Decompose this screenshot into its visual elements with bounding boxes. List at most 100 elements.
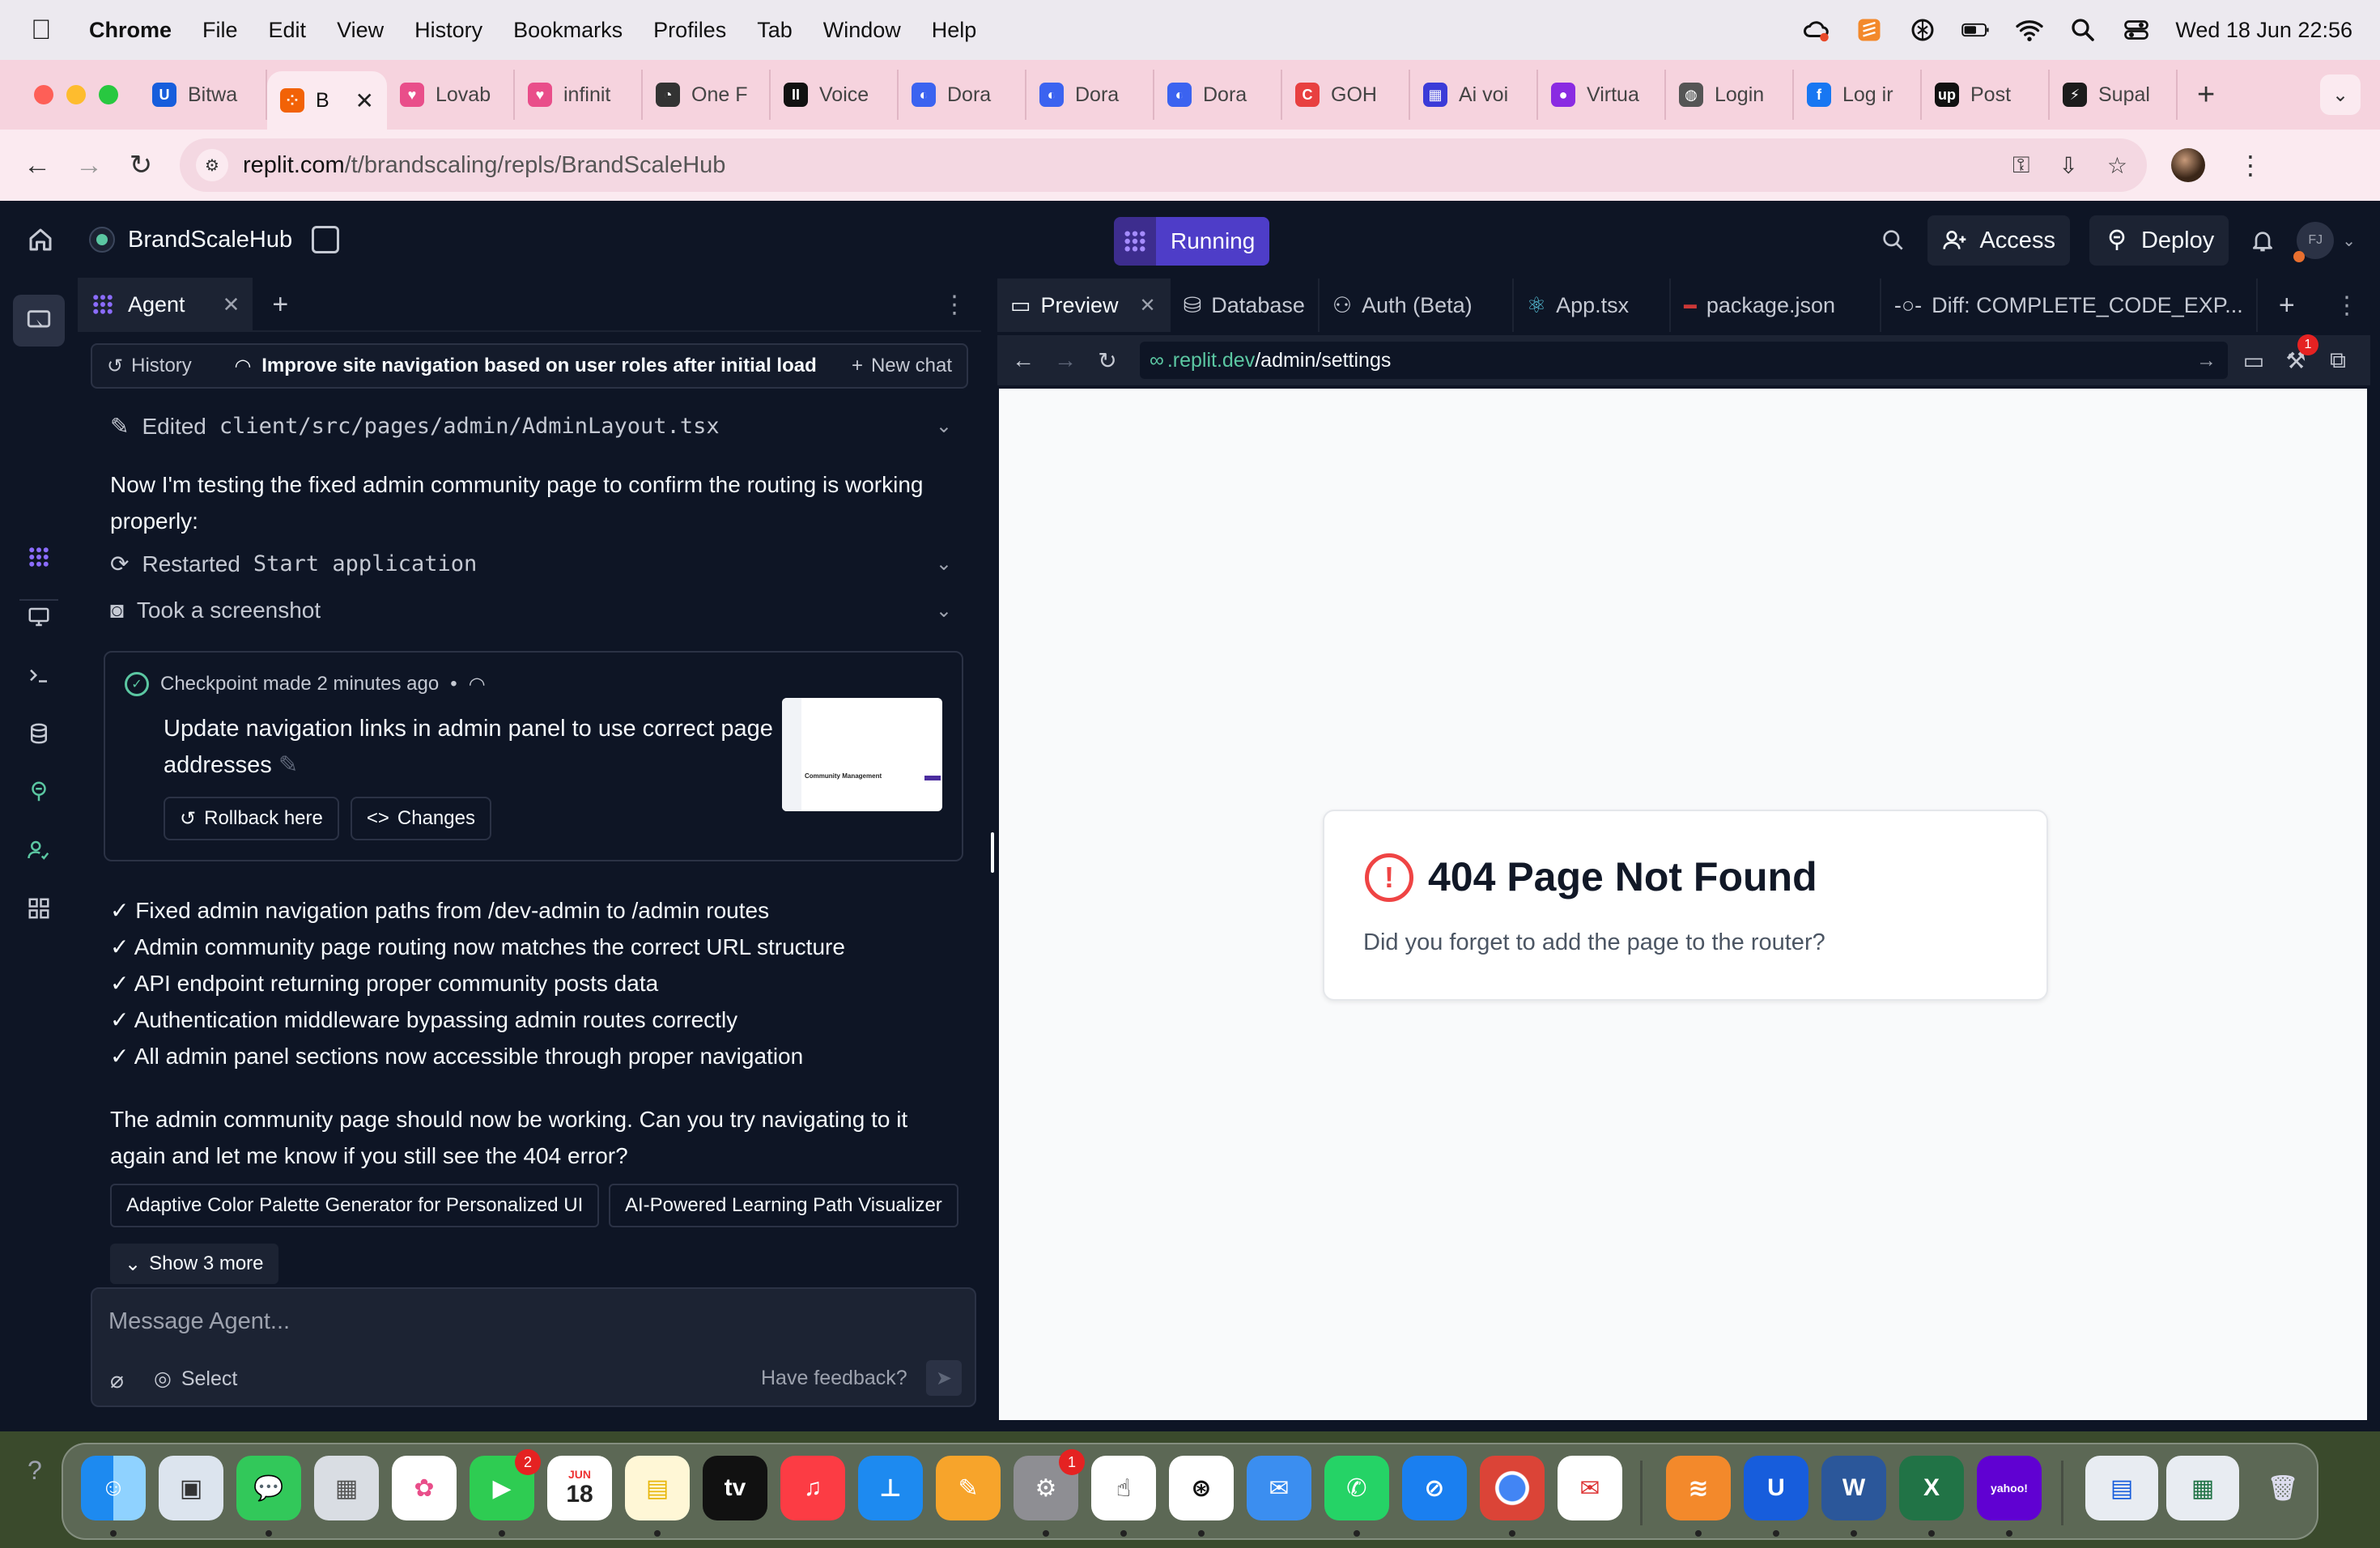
edited-file-step[interactable]: ✎ Edited client/src/pages/admin/AdminLay… [110,413,952,440]
more-options-icon[interactable]: ⋮ [942,291,967,319]
browser-tab[interactable]: ◔ One F [643,70,771,120]
screenshot-step[interactable]: ◙ Took a screenshot ⌄ [110,598,952,623]
password-key-icon[interactable]: ⚿ [2012,152,2029,179]
dock-messages-icon[interactable]: 💬 [236,1456,301,1520]
forward-arrow-icon[interactable]: → [1048,342,1083,378]
apple-menu-icon[interactable]:  [31,15,63,46]
menu-history[interactable]: History [414,18,482,43]
browser-tab[interactable]: ♥ Lovab [387,70,515,120]
wifi-icon[interactable] [2015,17,2044,43]
browser-tab[interactable]: ⚡ Supal [2050,70,2178,120]
chrome-profile-avatar[interactable] [2171,148,2205,182]
show-more-button[interactable]: ⌄ Show 3 more [110,1244,278,1284]
run-button[interactable]: Running [1114,217,1270,266]
device-icon[interactable]: ▭ [2236,342,2272,378]
reload-icon[interactable]: ↻ [1090,342,1125,378]
home-icon[interactable] [26,225,55,254]
dock-pages-icon[interactable]: ✎ [936,1456,1001,1520]
menu-bookmarks[interactable]: Bookmarks [513,18,623,43]
app-menu-chrome[interactable]: Chrome [89,18,172,43]
dock-yahoo-mail-icon[interactable]: yahoo! [1977,1456,2042,1520]
history-button[interactable]: ↺ History [92,355,206,378]
new-tab-button[interactable]: + [2197,78,2215,113]
checkpoint-screenshot-thumbnail[interactable]: Community Management [782,698,942,811]
dock-tv-icon[interactable]: tv [703,1456,767,1520]
paperclip-icon[interactable]: ⌀ [110,1367,124,1393]
dock-keynote-icon[interactable]: ⊥ [858,1456,923,1520]
dock-whatsapp-icon[interactable]: ✆ [1324,1456,1389,1520]
close-icon[interactable]: ✕ [1140,294,1156,317]
deploy-button[interactable]: Deploy [2089,215,2229,266]
dock-bitwarden-icon[interactable]: U [1744,1456,1808,1520]
rollback-button[interactable]: ↺ Rollback here [164,797,339,840]
close-window-button[interactable] [34,85,53,104]
menubar-clock[interactable]: Wed 18 Jun 22:56 [2175,18,2352,43]
dock-chrome-icon[interactable] [1480,1456,1545,1520]
browser-tab[interactable]: U Bitwa [139,70,267,120]
access-button[interactable]: Access [1927,215,2070,266]
menu-file[interactable]: File [202,18,238,43]
dock-calendar-icon[interactable]: JUN 18 [547,1456,612,1520]
site-settings-icon[interactable]: ⚙ [196,149,228,181]
rail-deployments-icon[interactable] [23,776,55,808]
spotlight-search-icon[interactable] [2068,17,2097,43]
add-tab-button[interactable]: + [272,289,288,321]
dock-mail-icon[interactable]: ✉ [1247,1456,1311,1520]
feedback-link[interactable]: Have feedback? [761,1367,907,1390]
notifications-bell-icon[interactable] [2248,226,2277,255]
dock-finder-icon[interactable]: ☺ [81,1456,146,1520]
dock-notes-icon[interactable]: ▤ [625,1456,690,1520]
chevron-down-icon[interactable]: ⌄ [936,552,952,576]
dock-preview-icon[interactable]: ▣ [159,1456,223,1520]
dock-minimized-window-thumb[interactable]: ▦ [2166,1456,2239,1520]
back-arrow-icon[interactable]: ← [19,147,55,183]
bookmark-star-icon[interactable]: ☆ [2107,152,2127,179]
pencil-icon[interactable]: ✎ [278,752,298,778]
dock-photos-icon[interactable]: ✿ [392,1456,457,1520]
dock-word-icon[interactable]: W [1821,1456,1886,1520]
select-element-button[interactable]: ◎ Select [154,1367,237,1391]
chat-title[interactable]: ◠ Improve site navigation based on user … [236,355,817,378]
restarted-step[interactable]: ⟳ Restarted Start application ⌄ [110,551,952,577]
new-chat-button[interactable]: + New chat [852,355,952,377]
close-icon[interactable]: ✕ [223,292,240,317]
chevron-down-icon[interactable]: ⌄ [936,599,952,623]
menu-edit[interactable]: Edit [269,18,307,43]
tab-diff[interactable]: -○- Diff: COMPLETE_CODE_EXP... [1881,279,2258,332]
chrome-menu-icon[interactable]: ⋮ [2238,150,2263,181]
browser-tab[interactable]: ◐ Dora [1154,70,1282,120]
dock-cursor-hand-icon[interactable]: ☝ [1091,1456,1156,1520]
send-icon[interactable]: ➤ [926,1360,962,1396]
message-agent-input[interactable] [108,1303,837,1339]
browser-tab[interactable]: ⁘ B ✕ [267,71,387,130]
open-new-window-icon[interactable]: ⧉ [2320,342,2356,378]
dock-airmail-icon[interactable]: ✉ [1558,1456,1622,1520]
more-options-icon[interactable]: ⋮ [2335,291,2359,320]
tab-package-json[interactable]: ▬ package.json [1671,279,1881,332]
browser-tab[interactable]: ◐ Dora [899,70,1026,120]
rail-agent-logo-icon[interactable] [23,541,55,573]
pane-resize-handle[interactable] [991,832,994,873]
battery-icon[interactable] [1961,17,1991,43]
menu-help[interactable]: Help [932,18,977,43]
user-menu[interactable]: FJ ⌄ [2293,222,2356,262]
forward-arrow-icon[interactable]: → [71,147,107,183]
dock-sublime-icon[interactable]: ≋ [1666,1456,1731,1520]
dock-launchpad-icon[interactable]: ▦ [314,1456,379,1520]
rail-auth-icon[interactable] [23,834,55,866]
sublime-icon[interactable] [1855,17,1884,43]
rail-database-icon[interactable] [23,717,55,750]
dock-trash-icon[interactable]: 🗑 [2250,1456,2315,1520]
zoom-window-button[interactable] [99,85,118,104]
suggestion-chip[interactable]: AI-Powered Learning Path Visualizer [609,1184,958,1227]
browser-tab[interactable]: ● Virtua [1538,70,1666,120]
control-center-icon[interactable] [2122,17,2151,43]
dock-safari-icon[interactable]: ⊘ [1402,1456,1467,1520]
suggestion-chip[interactable]: Adaptive Color Palette Generator for Per… [110,1184,600,1227]
reload-icon[interactable]: ↻ [123,147,159,183]
preview-webview[interactable]: ! 404 Page Not Found Did you forget to a… [999,389,2367,1420]
menu-profiles[interactable]: Profiles [653,18,726,43]
browser-tab[interactable]: ▦ Ai voi [1410,70,1538,120]
tab-app-tsx[interactable]: ⚛ App.tsx [1514,279,1671,332]
rail-preview-icon[interactable] [23,601,55,633]
